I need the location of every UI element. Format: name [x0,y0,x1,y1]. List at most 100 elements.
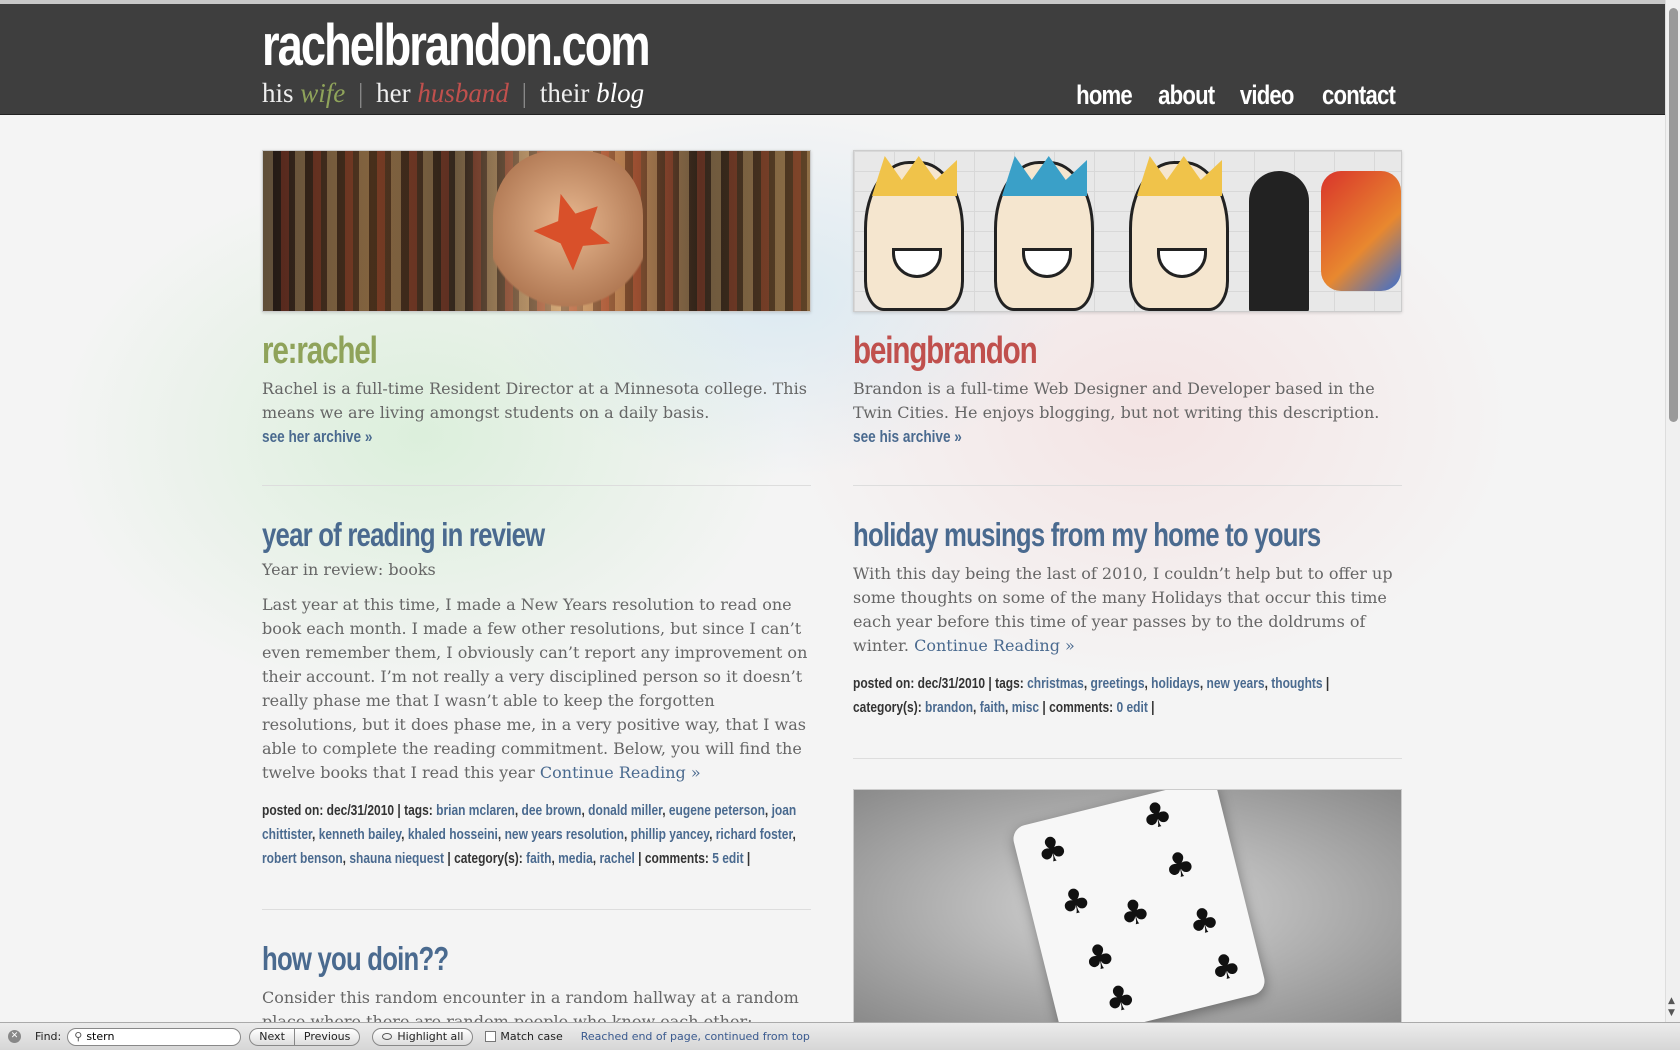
club-icon: ♣ [1160,842,1200,889]
find-input-wrapper: ⚲ [67,1027,242,1046]
rachel-column: re:rachel Rachel is a full-time Resident… [262,150,811,1034]
cartoon-face-graphic [994,156,1094,311]
match-case-checkbox[interactable]: Match case [485,1030,563,1043]
tagline-husband: husband [417,78,509,108]
tag-link[interactable]: new years resolution [505,826,624,843]
tag-link[interactable]: holidays [1151,675,1200,692]
find-label: Find: [35,1030,62,1043]
category-link[interactable]: faith [526,850,551,867]
category-link[interactable]: misc [1012,699,1039,716]
site-tagline: his wife | her husband | their blog [262,78,644,109]
category-link[interactable]: media [558,850,593,867]
posted-label: posted on: [853,675,915,692]
category-link[interactable]: rachel [599,850,634,867]
club-icon: ♣ [1080,934,1120,982]
tagline-her: her [376,78,411,108]
club-icon: ♣ [1137,792,1177,839]
tag-link[interactable]: khaled hosseini [408,826,498,843]
graffiti-graphic [1321,171,1401,291]
club-icon: ♣ [1206,944,1246,991]
continue-reading-link[interactable]: Continue Reading » [540,763,701,782]
post-date: dec/31/2010 [917,675,986,692]
highlight-all-button[interactable]: Highlight all [372,1027,474,1046]
rachel-banner-image[interactable] [262,150,811,312]
post-title[interactable]: how you doin?? [262,940,690,978]
brandon-description: Brandon is a full-time Web Designer and … [853,379,1380,422]
club-icon: ♣ [1055,879,1096,926]
brandon-banner-image[interactable] [853,150,1402,312]
divider [262,909,811,910]
brandon-section-title[interactable]: beingbrandon [853,330,1281,373]
category-link[interactable]: brandon [925,699,973,716]
tag-link[interactable]: richard foster [716,826,793,843]
continue-reading-link[interactable]: Continue Reading » [914,636,1075,655]
tagline-separator: | [358,78,364,108]
cartoon-face-graphic [1129,156,1229,311]
rachel-description: Rachel is a full-time Resident Director … [262,379,807,422]
close-icon[interactable]: ✕ [8,1030,21,1043]
nav-about[interactable]: about [1158,80,1215,111]
edit-link[interactable]: edit [1126,699,1147,716]
nav-video[interactable]: video [1240,80,1295,111]
search-icon: ⚲ [74,1030,83,1043]
tagline-blog: blog [596,78,645,108]
comments-count-link[interactable]: 5 [712,850,719,867]
club-icon: ♣ [1115,889,1155,937]
brandon-archive-link[interactable]: see his archive » [853,427,962,447]
nav-contact[interactable]: contact [1322,80,1396,111]
checkbox-icon[interactable] [485,1031,497,1042]
post-excerpt-text: Last year at this time, I made a New Yea… [262,595,808,782]
comments-label: comments: [1049,699,1114,716]
tagline-his: his [262,78,294,108]
post-how-you-doin: how you doin?? Consider this random enco… [262,940,811,1034]
tag-link[interactable]: dee brown [521,802,581,819]
rachel-section-title[interactable]: re:rachel [262,330,690,373]
tag-link[interactable]: shauna niequest [349,850,444,867]
site-header: rachelbrandon.com his wife | her husband… [0,4,1665,115]
tag-link[interactable]: phillip yancey [631,826,709,843]
tag-link[interactable]: kenneth bailey [319,826,401,843]
divider [262,485,811,486]
club-icon: ♣ [1032,827,1072,874]
post-excerpt: With this day being the last of 2010, I … [853,562,1402,658]
tag-link[interactable]: new years [1207,675,1265,692]
tag-link[interactable]: donald miller [588,802,662,819]
tags-label: tags: [995,675,1024,692]
find-bar: ✕ Find: ⚲ Next Previous Highlight all Ma… [0,1022,1680,1050]
vertical-scrollbar[interactable]: ▲ ▼ [1665,0,1680,1022]
tags-label: tags: [404,802,433,819]
post-title[interactable]: holiday musings from my home to yours [853,516,1321,554]
tag-link[interactable]: brian mclaren [436,802,515,819]
nav-home[interactable]: home [1076,80,1133,111]
scrollbar-thumb[interactable] [1669,8,1678,422]
scroll-down-arrow-icon[interactable]: ▼ [1668,1008,1675,1018]
category-link[interactable]: faith [980,699,1005,716]
scroll-up-arrow-icon[interactable]: ▲ [1668,996,1675,1006]
category-label: category(s): [853,699,922,716]
cartoon-face-graphic [864,156,964,311]
divider [853,485,1402,486]
site-title-link[interactable]: rachelbrandon.com [262,12,651,79]
post-excerpt: Last year at this time, I made a New Yea… [262,593,811,785]
tag-link[interactable]: greetings [1090,675,1144,692]
find-input[interactable] [86,1030,227,1043]
playing-card-photo[interactable]: ♣ ♣ ♣ ♣ ♣ ♣ ♣ ♣ ♣ [853,789,1402,1023]
highlight-icon [382,1033,393,1040]
tag-link[interactable]: robert benson [262,850,343,867]
nine-of-clubs-graphic: ♣ ♣ ♣ ♣ ♣ ♣ ♣ ♣ ♣ [1010,790,1268,1022]
find-next-button[interactable]: Next [249,1027,295,1046]
edit-link[interactable]: edit [722,850,743,867]
post-title[interactable]: year of reading in review [262,516,690,554]
tag-link[interactable]: thoughts [1271,675,1322,692]
person-graphic [1249,171,1309,311]
background-glow [0,116,1665,1016]
divider [853,758,1402,759]
tag-link[interactable]: christmas [1027,675,1084,692]
tag-link[interactable]: eugene peterson [669,802,765,819]
rachel-archive-link[interactable]: see her archive » [262,427,372,447]
comments-count-link[interactable]: 0 [1116,699,1123,716]
find-previous-button[interactable]: Previous [294,1027,361,1046]
post-subtitle: Year in review: books [262,560,436,579]
post-holiday-musings: holiday musings from my home to yours Wi… [853,516,1402,720]
brandon-column: beingbrandon Brandon is a full-time Web … [853,150,1402,1023]
